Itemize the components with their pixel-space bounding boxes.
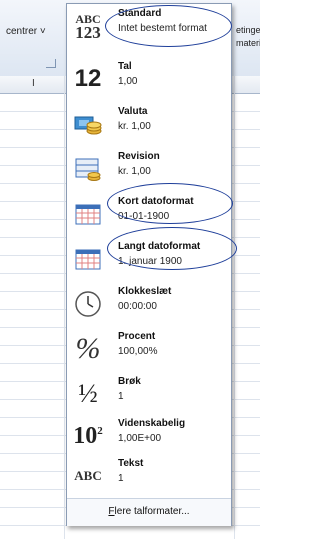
- format-item-klokkeslaet[interactable]: Klokkeslæt 00:00:00: [67, 282, 231, 328]
- format-item-tal[interactable]: 12 Tal 1,00: [67, 57, 231, 103]
- fraction-icon: ½: [71, 376, 105, 412]
- format-sample: 1: [118, 473, 124, 484]
- format-name: Videnskabelig: [118, 418, 186, 429]
- format-name: Procent: [118, 331, 156, 342]
- format-item-tekst[interactable]: ABC Tekst 1: [67, 454, 231, 500]
- dropdown-footer: Flere talformater...: [67, 498, 231, 526]
- format-item-kort-datoformat[interactable]: Kort datoformat 01-01-1900: [67, 192, 231, 238]
- calendar-icon: [71, 241, 105, 277]
- format-name: Revision: [118, 151, 160, 162]
- dialog-launcher-icon[interactable]: [46, 59, 56, 68]
- scientific-base: 10: [73, 422, 98, 449]
- calendar-icon: [71, 196, 105, 232]
- scientific-icon: 102: [71, 418, 105, 454]
- format-item-broek[interactable]: ½ Brøk 1: [67, 372, 231, 418]
- merge-center-button[interactable]: centrer ˅: [6, 26, 46, 37]
- format-sample: Intet bestemt format: [118, 23, 207, 34]
- format-item-valuta[interactable]: Valuta kr. 1,00: [67, 102, 231, 148]
- number-icon-text: 12: [74, 65, 102, 92]
- format-item-langt-datoformat[interactable]: Langt datoformat 1. januar 1900: [67, 237, 231, 283]
- number-12-icon: 12: [71, 61, 105, 97]
- more-number-formats-link[interactable]: Flere talformater...: [67, 506, 231, 517]
- format-sample: kr. 1,00: [118, 166, 151, 177]
- format-sample: kr. 1,00: [118, 121, 151, 132]
- format-sample: 1,00: [118, 76, 138, 87]
- format-sample: 1,00E+00: [118, 433, 162, 444]
- percent-icon: %: [71, 331, 105, 367]
- scientific-icon-text: 102: [73, 423, 103, 450]
- column-header-label[interactable]: I: [32, 78, 35, 89]
- format-item-revision[interactable]: Revision kr. 1,00: [67, 147, 231, 193]
- format-name: Valuta: [118, 106, 148, 117]
- format-name: Kort datoformat: [118, 196, 194, 207]
- percent-icon-text: %: [75, 332, 101, 365]
- number-format-dropdown: ABC 123 Standard Intet bestemt format 12…: [66, 3, 232, 526]
- ribbon-text-line2: materin: [236, 38, 260, 48]
- accounting-icon: [71, 151, 105, 187]
- format-sample: 1: [118, 391, 124, 402]
- scientific-exponent: 2: [97, 424, 103, 437]
- fraction-icon-text: ½: [78, 379, 98, 408]
- clock-icon: [71, 286, 105, 322]
- currency-icon: [71, 106, 105, 142]
- abc-123-icon: ABC 123: [71, 8, 105, 44]
- format-sample: 01-01-1900: [118, 211, 170, 222]
- 123-icon-text: 123: [75, 23, 101, 42]
- ribbon-truncated-text: etinge materin: [236, 24, 260, 50]
- format-sample: 100,00%: [118, 346, 158, 357]
- ribbon-text-line1: etinge: [236, 25, 260, 35]
- format-sample: 1. januar 1900: [118, 256, 182, 267]
- format-name: Langt datoformat: [118, 241, 201, 252]
- text-icon-label: ABC: [74, 468, 102, 483]
- format-item-procent[interactable]: % Procent 100,00%: [67, 327, 231, 373]
- format-sample: 00:00:00: [118, 301, 157, 312]
- format-name: Klokkeslæt: [118, 286, 172, 297]
- format-item-standard[interactable]: ABC 123 Standard Intet bestemt format: [67, 4, 231, 50]
- format-name: Standard: [118, 8, 162, 19]
- text-abc-icon: ABC: [71, 458, 105, 494]
- format-name: Brøk: [118, 376, 141, 387]
- more-formats-label: lere talformater...: [114, 506, 190, 517]
- format-name: Tal: [118, 61, 132, 72]
- format-name: Tekst: [118, 458, 144, 469]
